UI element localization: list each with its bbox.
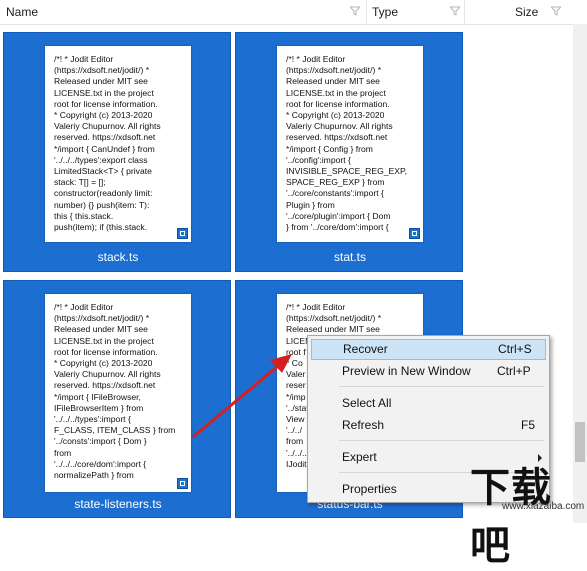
watermark-url: www.xiazaiba.com — [502, 501, 585, 512]
watermark: 下载吧 www.xiazaiba.com — [448, 455, 585, 568]
watermark-brand: 下载吧 — [470, 466, 552, 568]
annotation-arrow-icon — [192, 354, 292, 439]
